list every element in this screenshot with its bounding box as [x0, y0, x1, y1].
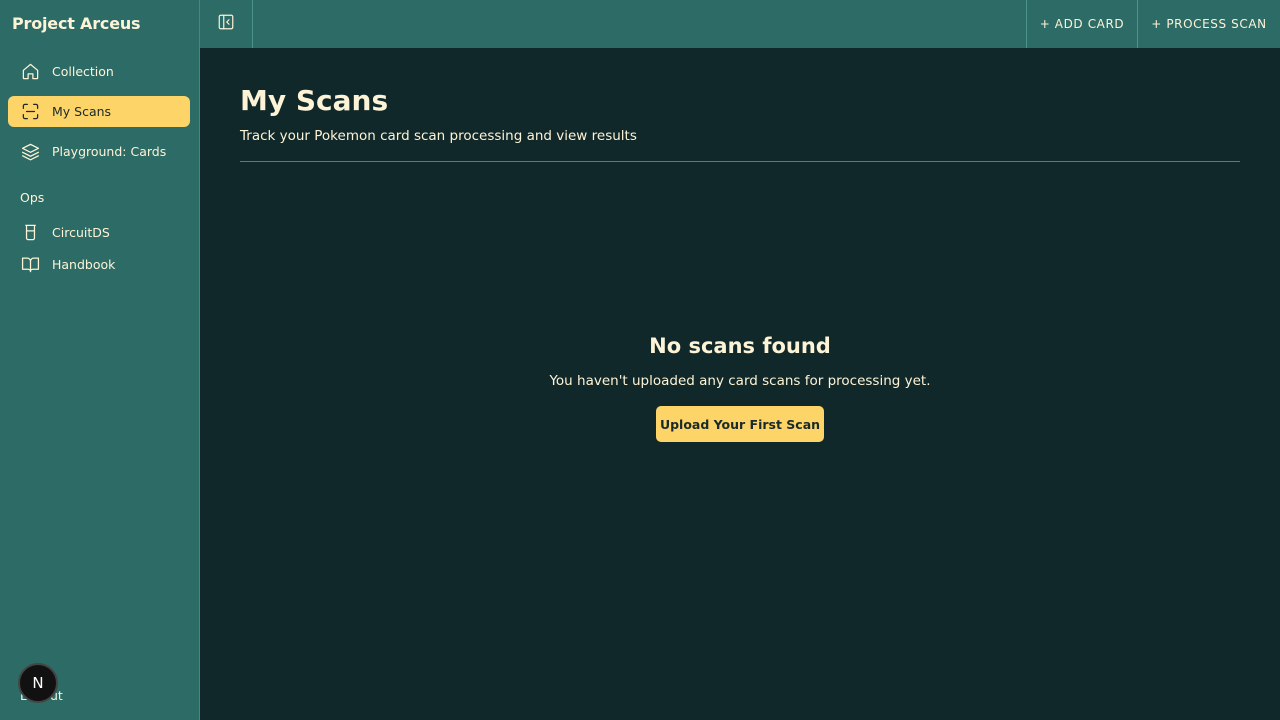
sidebar-item-collection[interactable]: Collection — [8, 56, 190, 87]
sidebar: Project Arceus Collection My Scans Playg… — [0, 0, 200, 720]
process-scan-button[interactable]: + PROCESS SCAN — [1137, 0, 1280, 48]
empty-state-title: No scans found — [649, 334, 831, 358]
sidebar-item-label: Playground: Cards — [52, 144, 167, 159]
home-icon — [20, 62, 40, 82]
beaker-icon — [20, 223, 40, 243]
main-content: My Scans Track your Pokemon card scan pr… — [200, 48, 1280, 720]
add-card-button[interactable]: + ADD CARD — [1026, 0, 1137, 48]
collapse-sidebar-button[interactable] — [200, 0, 253, 48]
sidebar-item-label: Collection — [52, 64, 114, 79]
sidebar-item-label: Handbook — [52, 257, 116, 272]
page-title: My Scans — [240, 84, 389, 117]
book-icon — [20, 255, 40, 275]
page-subtitle: Track your Pokemon card scan processing … — [240, 128, 637, 144]
sidebar-item-playground-cards[interactable]: Playground: Cards — [8, 136, 190, 167]
panel-left-close-icon — [217, 13, 235, 35]
sidebar-item-my-scans[interactable]: My Scans — [8, 96, 190, 127]
empty-state-message: You haven't uploaded any card scans for … — [549, 373, 931, 389]
top-bar: + ADD CARD + PROCESS SCAN — [200, 0, 1280, 48]
sidebar-item-handbook[interactable]: Handbook — [8, 249, 190, 280]
header-divider — [240, 161, 1240, 162]
scan-icon — [20, 102, 40, 122]
app-title: Project Arceus — [12, 14, 141, 33]
sidebar-item-label: My Scans — [52, 104, 112, 119]
layers-icon — [20, 142, 40, 162]
upload-first-scan-button[interactable]: Upload Your First Scan — [656, 406, 824, 442]
sidebar-item-circuitds[interactable]: CircuitDS — [8, 217, 190, 248]
ops-section-label: Ops — [20, 190, 45, 205]
next-dev-badge[interactable]: N — [18, 663, 58, 703]
sidebar-item-label: CircuitDS — [52, 225, 110, 240]
